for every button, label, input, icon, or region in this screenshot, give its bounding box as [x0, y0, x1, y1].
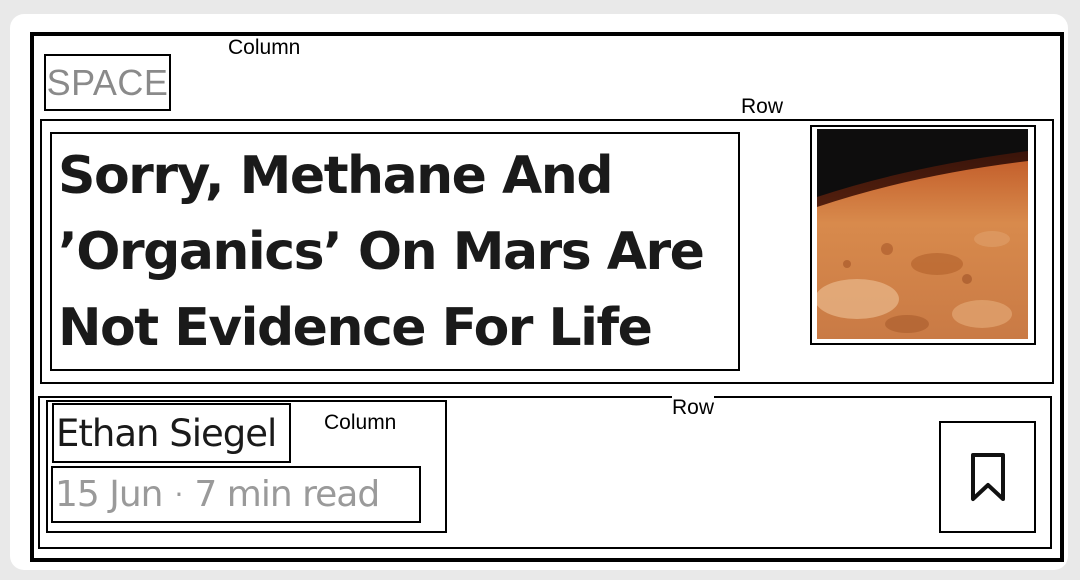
author-name[interactable]: Ethan Siegel	[52, 403, 291, 463]
row-annotation-label: Row	[672, 396, 715, 420]
column-annotation-label: Column	[224, 36, 305, 60]
read-time: 7 min read	[194, 474, 380, 515]
publish-date: 15 Jun	[55, 474, 164, 515]
article-title[interactable]: Sorry, Methane And ’Organics’ On Mars Ar…	[50, 132, 740, 371]
row-annotation-label: Row	[741, 95, 784, 119]
mars-surface-image[interactable]	[817, 129, 1028, 339]
bookmark-icon	[970, 453, 1005, 501]
article-meta: 15 Jun · 7 min read	[51, 466, 421, 523]
bookmark-button[interactable]	[939, 421, 1036, 533]
meta-separator: ·	[174, 478, 184, 511]
category-tag[interactable]: SPACE	[44, 54, 171, 111]
column-annotation-label: Column	[324, 411, 397, 435]
